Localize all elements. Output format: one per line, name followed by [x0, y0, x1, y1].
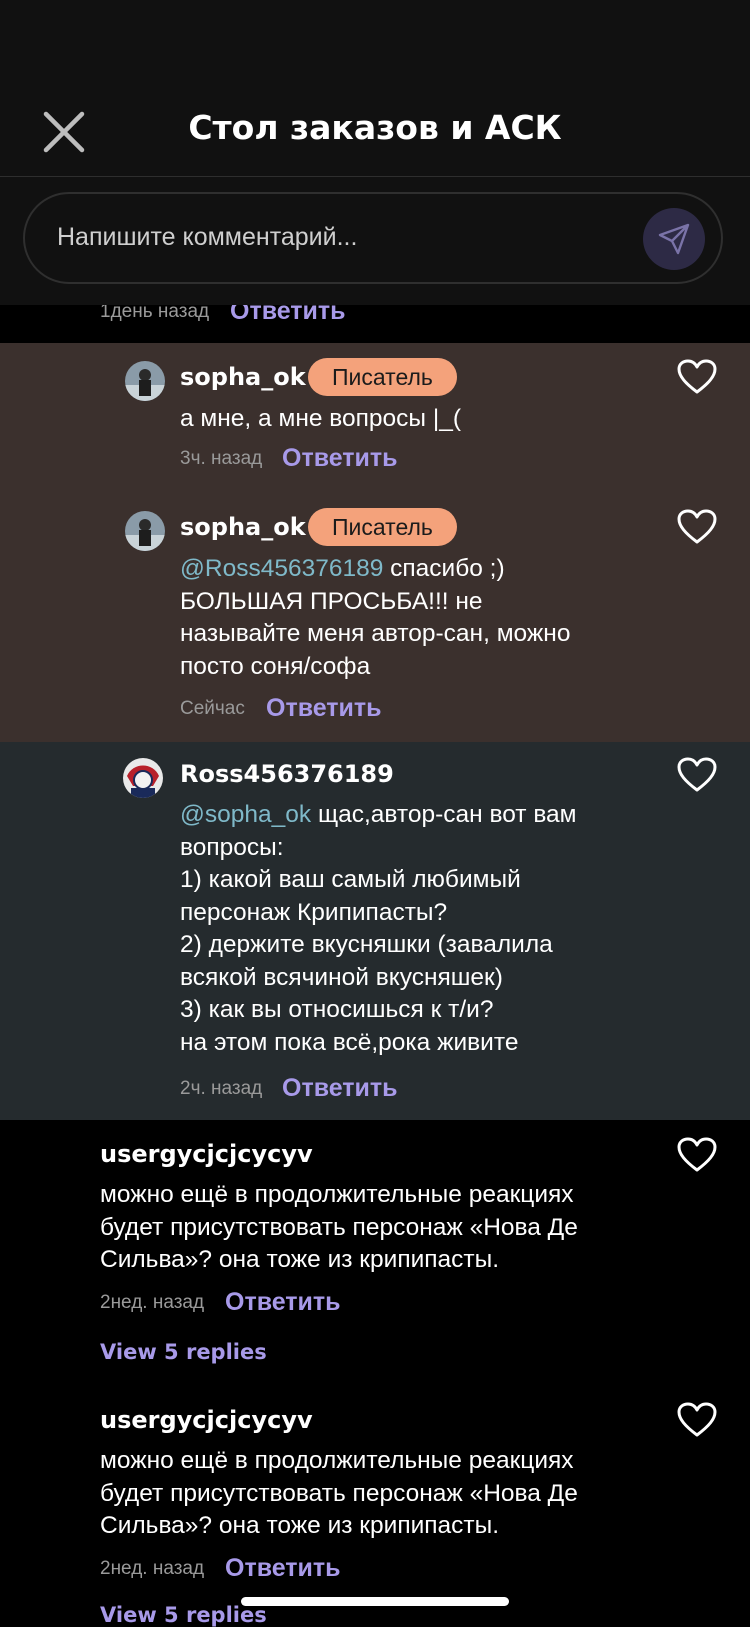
- top-bar: Стол заказов и АСК: [0, 0, 750, 305]
- comment-composer: [23, 192, 723, 284]
- reply-button[interactable]: Ответить: [225, 1288, 341, 1317]
- send-icon: [658, 223, 690, 255]
- comment-text: можно ещё в продолжительные реакциях буд…: [100, 1447, 578, 1539]
- comment-time: 2ч. назад: [180, 1078, 263, 1099]
- divider: [0, 176, 750, 177]
- comment-time: 2нед. назад: [100, 1292, 205, 1313]
- comment-time: Сейчас: [180, 698, 245, 719]
- home-indicator[interactable]: [241, 1597, 509, 1606]
- username[interactable]: sopha_ok: [180, 513, 306, 541]
- avatar[interactable]: [123, 758, 163, 798]
- username[interactable]: usergycjcjcycyv: [100, 1140, 313, 1168]
- username[interactable]: usergycjcjcycyv: [100, 1406, 313, 1434]
- comment-text: @sopha_ok щас,автор-сан вот вам вопросы:…: [180, 801, 577, 1056]
- comment-input[interactable]: [55, 214, 579, 260]
- heart-icon[interactable]: [677, 757, 717, 793]
- writer-badge: Писатель: [308, 508, 457, 546]
- comment-time: 3ч. назад: [180, 448, 263, 469]
- mention-link[interactable]: @sopha_ok: [180, 801, 311, 828]
- heart-icon[interactable]: [677, 1137, 717, 1173]
- reply-button[interactable]: Ответить: [225, 1554, 341, 1583]
- reply-button[interactable]: Ответить: [282, 1074, 398, 1103]
- writer-badge: Писатель: [308, 358, 457, 396]
- view-replies-link[interactable]: View 5 replies: [100, 1340, 267, 1364]
- page-title: Стол заказов и АСК: [188, 108, 562, 147]
- comment-text: а мне, а мне вопросы |_(: [180, 405, 461, 432]
- avatar[interactable]: [125, 511, 165, 551]
- comment-text: @Ross456376189 спасибо ;) БОЛЬШАЯ ПРОСЬБ…: [180, 555, 571, 680]
- comment-time: 2нед. назад: [100, 1558, 205, 1579]
- view-replies-link[interactable]: View 5 replies: [100, 1603, 267, 1627]
- send-button[interactable]: [643, 208, 705, 270]
- reply-button[interactable]: Ответить: [282, 444, 398, 473]
- mention-link[interactable]: @Ross456376189: [180, 555, 383, 582]
- username[interactable]: Ross456376189: [180, 760, 394, 788]
- username[interactable]: sopha_ok: [180, 363, 306, 391]
- avatar[interactable]: [125, 361, 165, 401]
- heart-icon[interactable]: [677, 1402, 717, 1438]
- thread-highlight: sopha_ok Писатель а мне, а мне вопросы |…: [0, 343, 750, 742]
- heart-icon[interactable]: [677, 509, 717, 545]
- thread-highlight: Ross456376189 @sopha_ok щас,автор-сан во…: [0, 742, 750, 1120]
- heart-icon[interactable]: [677, 359, 717, 395]
- reply-button[interactable]: Ответить: [266, 694, 382, 723]
- comment-text: можно ещё в продолжительные реакциях буд…: [100, 1181, 578, 1273]
